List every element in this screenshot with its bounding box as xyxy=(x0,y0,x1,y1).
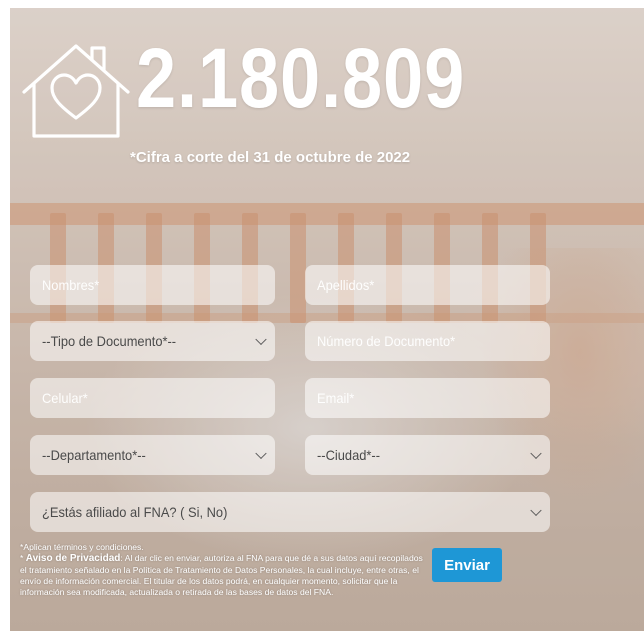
chevron-down-icon xyxy=(255,333,267,346)
chevron-down-icon xyxy=(255,447,267,460)
celular-field[interactable]: Celular* xyxy=(30,378,275,418)
departamento-select[interactable]: --Departamento*-- xyxy=(30,435,275,475)
apellidos-placeholder: Apellidos* xyxy=(317,277,375,293)
email-field[interactable]: Email* xyxy=(305,378,550,418)
beneficiaries-count: 2.180.809 xyxy=(136,31,466,125)
privacy-title: Aviso de Privacidad xyxy=(25,553,121,565)
nombres-placeholder: Nombres* xyxy=(42,277,100,293)
house-heart-icon xyxy=(22,44,130,138)
ciudad-select[interactable]: --Ciudad*-- xyxy=(305,435,550,475)
afiliado-select[interactable]: ¿Estás afiliado al FNA? ( Si, No) xyxy=(30,492,550,532)
legal-notice: *Aplican términos y condiciones. * Aviso… xyxy=(20,542,430,598)
afiliado-value: ¿Estás afiliado al FNA? ( Si, No) xyxy=(42,504,228,520)
submit-button[interactable]: Enviar xyxy=(432,548,502,582)
apellidos-field[interactable]: Apellidos* xyxy=(305,265,550,305)
numero-documento-field[interactable]: Número de Documento* xyxy=(305,321,550,361)
tipo-documento-value: --Tipo de Documento*-- xyxy=(42,333,177,349)
terms-text: *Aplican términos y condiciones. xyxy=(20,542,144,552)
nombres-field[interactable]: Nombres* xyxy=(30,265,275,305)
numero-documento-placeholder: Número de Documento* xyxy=(317,333,456,349)
email-placeholder: Email* xyxy=(317,390,355,406)
chevron-down-icon xyxy=(530,447,542,460)
count-footnote: *Cifra a corte del 31 de octubre de 2022 xyxy=(130,149,411,166)
ciudad-value: --Ciudad*-- xyxy=(317,447,380,463)
tipo-documento-select[interactable]: --Tipo de Documento*-- xyxy=(30,321,275,361)
privacy-notice: * Aviso de Privacidad: Al dar clic en en… xyxy=(20,553,423,598)
departamento-value: --Departamento*-- xyxy=(42,447,146,463)
chevron-down-icon xyxy=(530,504,542,517)
celular-placeholder: Celular* xyxy=(42,390,88,406)
